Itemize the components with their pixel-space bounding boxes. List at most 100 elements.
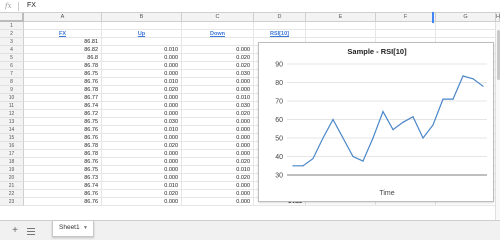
cell-a3[interactable]: 86.81 [24,38,102,46]
cell-b17[interactable]: 0.000 [102,150,182,158]
cell-c10[interactable]: 0.010 [182,94,254,102]
cell-b21[interactable]: 0.010 [102,182,182,190]
row-header-13[interactable]: 13 [0,118,24,126]
cell-a8[interactable]: 86.76 [24,78,102,86]
row-header-18[interactable]: 18 [0,158,24,166]
cell-e2[interactable] [306,30,376,38]
cell-c23[interactable]: 0.000 [182,198,254,206]
cell-a2[interactable]: FX [24,30,102,38]
row-header-8[interactable]: 8 [0,78,24,86]
cell-a5[interactable]: 86.8 [24,54,102,62]
cell-b11[interactable]: 0.000 [102,102,182,110]
cell-a6[interactable]: 86.78 [24,62,102,70]
cell-c11[interactable]: 0.030 [182,102,254,110]
cell-c7[interactable]: 0.030 [182,70,254,78]
row-header-3[interactable]: 3 [0,38,24,46]
cell-b22[interactable]: 0.020 [102,190,182,198]
cell-a9[interactable]: 86.78 [24,86,102,94]
cell-c4[interactable]: 0.000 [182,46,254,54]
column-header-c[interactable]: C [182,13,254,22]
row-header-20[interactable]: 20 [0,174,24,182]
sheet-tab-sheet1[interactable]: Sheet1 ▼ [52,221,94,237]
cell-b1[interactable] [102,22,182,30]
cell-b4[interactable]: 0.010 [102,46,182,54]
column-header-b[interactable]: B [102,13,182,22]
cell-b20[interactable]: 0.000 [102,174,182,182]
cell-a7[interactable]: 86.75 [24,70,102,78]
cell-c1[interactable] [182,22,254,30]
row-header-4[interactable]: 4 [0,46,24,54]
cell-b5[interactable]: 0.000 [102,54,182,62]
cell-c17[interactable]: 0.000 [182,150,254,158]
cell-b23[interactable]: 0.000 [102,198,182,206]
row-header-12[interactable]: 12 [0,110,24,118]
column-header-e[interactable]: E [306,13,376,22]
cell-a21[interactable]: 86.74 [24,182,102,190]
cell-a11[interactable]: 86.74 [24,102,102,110]
cell-a23[interactable]: 86.76 [24,198,102,206]
cell-a19[interactable]: 86.75 [24,166,102,174]
row-header-7[interactable]: 7 [0,70,24,78]
cell-c19[interactable]: 0.010 [182,166,254,174]
rsi-chart[interactable]: Sample - RSI[10] 30 40 50 60 70 80 90 Time [258,42,494,202]
row-header-6[interactable]: 6 [0,62,24,70]
row-header-5[interactable]: 5 [0,54,24,62]
cell-b7[interactable]: 0.000 [102,70,182,78]
row-header-10[interactable]: 10 [0,94,24,102]
row-header-15[interactable]: 15 [0,134,24,142]
cell-e1[interactable] [306,22,376,30]
cell-a18[interactable]: 86.76 [24,158,102,166]
row-header-11[interactable]: 11 [0,102,24,110]
cell-g2[interactable] [436,30,496,38]
all-sheets-icon[interactable] [26,226,36,236]
cell-c21[interactable]: 0.000 [182,182,254,190]
cell-a16[interactable]: 86.78 [24,142,102,150]
cell-c14[interactable]: 0.000 [182,126,254,134]
row-header-21[interactable]: 21 [0,182,24,190]
row-header-19[interactable]: 19 [0,166,24,174]
cell-c13[interactable]: 0.000 [182,118,254,126]
cell-b2[interactable]: Up [102,30,182,38]
cell-f2[interactable] [376,30,436,38]
cell-g1[interactable] [436,22,496,30]
cell-c20[interactable]: 0.020 [182,174,254,182]
add-sheet-button[interactable]: + [10,226,20,236]
cell-b10[interactable]: 0.000 [102,94,182,102]
cell-b13[interactable]: 0.030 [102,118,182,126]
cell-b15[interactable]: 0.000 [102,134,182,142]
cell-b19[interactable]: 0.000 [102,166,182,174]
column-header-f[interactable]: F [376,13,436,22]
chevron-down-icon[interactable]: ▼ [83,221,88,235]
cell-c22[interactable]: 0.000 [182,190,254,198]
cell-b16[interactable]: 0.020 [102,142,182,150]
row-header-17[interactable]: 17 [0,150,24,158]
cell-c8[interactable]: 0.000 [182,78,254,86]
cell-a17[interactable]: 86.78 [24,150,102,158]
cell-b6[interactable]: 0.000 [102,62,182,70]
cell-f1[interactable] [376,22,436,30]
cell-b18[interactable]: 0.000 [102,158,182,166]
cell-b9[interactable]: 0.020 [102,86,182,94]
cell-c9[interactable]: 0.000 [182,86,254,94]
cell-a20[interactable]: 86.73 [24,174,102,182]
cell-d2[interactable]: RSI[10] [254,30,306,38]
cell-a4[interactable]: 86.82 [24,46,102,54]
cell-a22[interactable]: 86.76 [24,190,102,198]
row-header-16[interactable]: 16 [0,142,24,150]
column-header-d[interactable]: D [254,13,306,22]
cell-a12[interactable]: 86.72 [24,110,102,118]
cell-a10[interactable]: 86.77 [24,94,102,102]
cell-c6[interactable]: 0.020 [182,62,254,70]
column-header-g[interactable]: G [436,13,496,22]
row-header-22[interactable]: 22 [0,190,24,198]
cell-d1[interactable] [254,22,306,30]
cell-c12[interactable]: 0.020 [182,110,254,118]
vertical-scrollbar[interactable] [495,22,500,220]
cell-c5[interactable]: 0.020 [182,54,254,62]
cell-b14[interactable]: 0.010 [102,126,182,134]
row-header-14[interactable]: 14 [0,126,24,134]
cell-c16[interactable]: 0.000 [182,142,254,150]
column-header-a[interactable]: A [24,13,102,22]
cell-b12[interactable]: 0.000 [102,110,182,118]
select-all-corner[interactable] [0,13,24,22]
